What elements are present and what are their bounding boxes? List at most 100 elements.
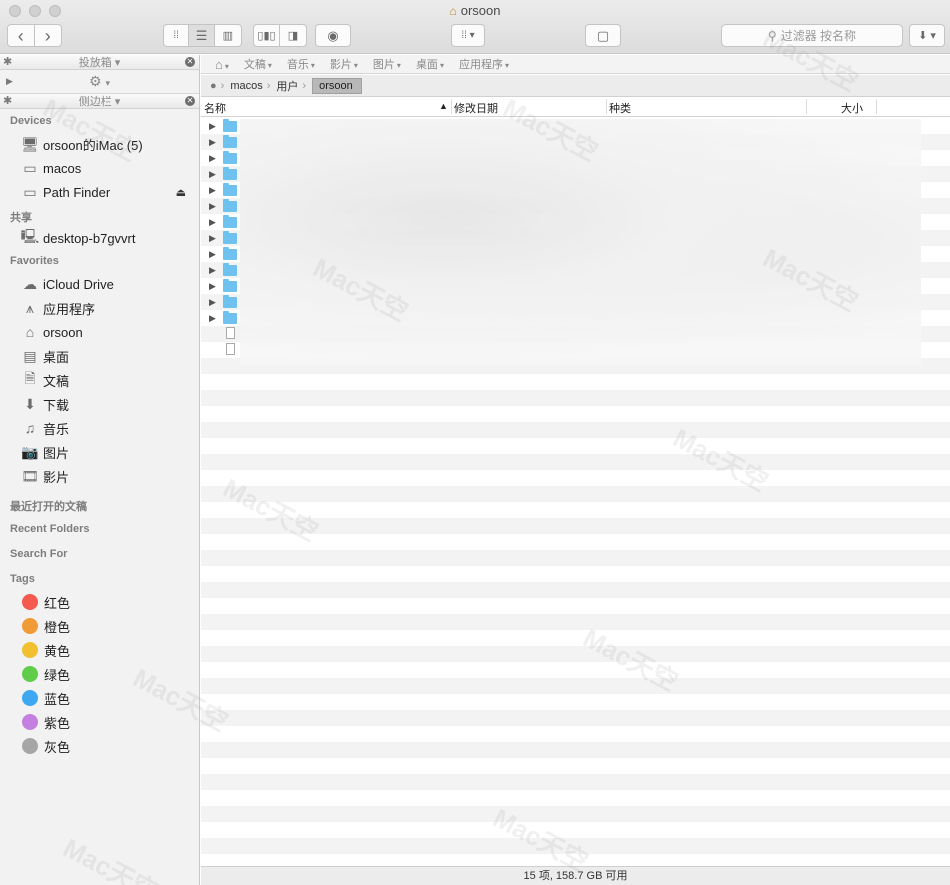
disclosure-triangle-icon[interactable]: ▶ (209, 249, 216, 260)
sidebar-item-label: 应用程序 (43, 301, 96, 317)
disclosure-triangle-icon[interactable]: ▶ (6, 76, 13, 87)
sidebar-item-macos[interactable]: ▭ macos (0, 156, 199, 180)
disclosure-triangle-icon[interactable]: ▶ (209, 169, 216, 180)
empty-row (201, 406, 950, 422)
sidebar-tag-blue[interactable]: 蓝色 (0, 686, 199, 710)
empty-row (201, 486, 950, 502)
sidebar-item-path-finder[interactable]: ▭ Path Finder ⏏ (0, 180, 199, 204)
shared-section-header: 共享 (10, 212, 32, 224)
sidebar-item-desktop[interactable]: ▤ 桌面 (0, 344, 199, 368)
empty-row (201, 742, 950, 758)
dropbox-pane-title[interactable]: 投放箱 (79, 57, 112, 69)
column-header-size[interactable]: 大小 (841, 100, 863, 116)
cloud-icon: ☁ (23, 275, 37, 292)
tag-color-dot (22, 666, 38, 682)
sidebar-item-icloud-drive[interactable]: ☁ iCloud Drive (0, 272, 199, 296)
arrange-button[interactable]: ⁞⁞ ▾ (451, 24, 485, 47)
shortcut-desktop[interactable]: 桌面 ▾ (416, 56, 444, 72)
shortcut-documents[interactable]: 文稿 ▾ (244, 56, 272, 72)
sidebar-item-movies[interactable]: 🎞 影片 (0, 464, 199, 488)
disclosure-triangle-icon[interactable]: ▶ (209, 281, 216, 292)
sidebar-tag-orange[interactable]: 橙色 (0, 614, 199, 638)
share-button[interactable]: ⬇ ▾ (909, 24, 945, 47)
apple-icon[interactable]: ● (210, 80, 217, 92)
close-icon[interactable]: ✕ (185, 96, 195, 106)
disclosure-triangle-icon[interactable]: ▶ (209, 201, 216, 212)
disclosure-triangle-icon[interactable]: ▶ (209, 265, 216, 276)
sidebar-tag-yellow[interactable]: 黄色 (0, 638, 199, 662)
empty-row (201, 710, 950, 726)
chevron-left-icon: ‹ (17, 25, 24, 46)
column-header-name[interactable]: 名称 (204, 100, 226, 116)
film-icon: 🎞 (21, 467, 39, 484)
empty-row (201, 662, 950, 678)
dual-pane-icon: ◨ (287, 30, 299, 42)
sidebar-item-documents[interactable]: 🗎 文稿 (0, 368, 199, 392)
sidebar-tag-green[interactable]: 绿色 (0, 662, 199, 686)
sidebar: ✱ 投放箱 ▾ ✕ ▶ ⚙ ▾ ✱ 侧边栏 ▾ ✕ Devices 🖥 orso… (0, 55, 200, 885)
shortcut-applications[interactable]: 应用程序 ▾ (459, 56, 509, 72)
disclosure-triangle-icon[interactable]: ▶ (209, 233, 216, 244)
sidebar-tag-purple[interactable]: 紫色 (0, 710, 199, 734)
imac-icon: 🖥 (21, 135, 39, 152)
sidebar-tag-red[interactable]: 红色 (0, 590, 199, 614)
navigation-buttons: ‹ › (7, 24, 62, 47)
shortcut-music[interactable]: 音乐 ▾ (287, 56, 315, 72)
quick-look-button[interactable]: ◉ (315, 24, 351, 47)
column-view-button[interactable]: ▥ (215, 25, 241, 46)
new-document-button[interactable]: ▢ (585, 24, 621, 47)
empty-row (201, 630, 950, 646)
shortcut-pictures[interactable]: 图片 ▾ (373, 56, 401, 72)
sidebar-item-downloads[interactable]: ⬇ 下载 (0, 392, 199, 416)
folder-icon (223, 167, 237, 180)
sidebar-item-music[interactable]: ♫ 音乐 (0, 416, 199, 440)
chevron-right-icon: › (266, 79, 271, 92)
empty-row (201, 374, 950, 390)
disclosure-triangle-icon[interactable]: ▶ (209, 217, 216, 228)
tag-color-dot (22, 618, 38, 634)
disclosure-triangle-icon[interactable]: ▶ (209, 121, 216, 132)
shortcut-bar: ⌂ ▾ 文稿 ▾ 音乐 ▾ 影片 ▾ 图片 ▾ 桌面 ▾ 应用程序 ▾ (201, 55, 950, 74)
sidebar-item-applications[interactable]: ⩚ 应用程序 (0, 296, 199, 320)
home-icon: ⌂ (25, 324, 35, 340)
disclosure-triangle-icon[interactable]: ▶ (209, 313, 216, 324)
folder-icon (223, 279, 237, 292)
devices-section-header: Devices (10, 115, 52, 127)
gear-icon[interactable]: ✱ (3, 94, 12, 107)
layout-control: ▯▮▯ ◨ (253, 24, 307, 47)
sidebar-item-home[interactable]: ⌂ orsoon (0, 320, 199, 344)
back-button[interactable]: ‹ (8, 25, 35, 46)
breadcrumb-item-users[interactable]: 用户 (276, 78, 298, 94)
tags-section-header: Tags (10, 573, 35, 585)
close-icon[interactable]: ✕ (185, 57, 195, 67)
column-header-modified[interactable]: 修改日期 (454, 100, 498, 116)
disclosure-triangle-icon[interactable]: ▶ (209, 137, 216, 148)
search-for-section-header[interactable]: Search For (0, 548, 199, 573)
eject-icon[interactable]: ⏏ (176, 186, 186, 199)
disclosure-triangle-icon[interactable]: ▶ (209, 153, 216, 164)
disclosure-triangle-icon[interactable]: ▶ (209, 185, 216, 196)
recent-folders-section-header[interactable]: Recent Folders (0, 523, 199, 548)
sidebar-item-pictures[interactable]: 📷 图片 (0, 440, 199, 464)
icon-view-button[interactable]: ⁞⁞ (164, 25, 190, 46)
home-shortcut[interactable]: ⌂ ▾ (215, 57, 229, 72)
sidebar-pane-title[interactable]: 侧边栏 (79, 96, 112, 108)
dual-pane-button[interactable]: ◨ (280, 25, 306, 46)
breadcrumb-item-orsoon[interactable]: orsoon (312, 77, 362, 94)
list-view-button[interactable]: ☰ (189, 25, 215, 46)
sidebar-item-imac[interactable]: 🖥 orsoon的iMac (5) (0, 132, 199, 156)
sidebar-tag-gray[interactable]: 灰色 (0, 734, 199, 758)
folder-icon (223, 183, 237, 196)
eye-icon: ◉ (327, 27, 339, 43)
sidebar-item-desktop-b7gvvrt[interactable]: 🖳 desktop-b7gvvrt (0, 226, 199, 250)
column-header-kind[interactable]: 种类 (609, 100, 631, 116)
disclosure-triangle-icon[interactable]: ▶ (209, 297, 216, 308)
coverflow-view-button[interactable]: ▯▮▯ (254, 25, 281, 46)
recent-documents-section-header[interactable]: 最近打开的文稿 (0, 498, 199, 523)
forward-button[interactable]: › (35, 25, 61, 46)
gear-icon[interactable]: ✱ (3, 55, 12, 68)
action-menu-icon[interactable]: ⚙ ▾ (0, 73, 199, 90)
search-input[interactable]: ⚲ 过滤器 按名称 (721, 24, 903, 47)
breadcrumb-item-macos[interactable]: macos (230, 80, 262, 92)
shortcut-movies[interactable]: 影片 ▾ (330, 56, 358, 72)
